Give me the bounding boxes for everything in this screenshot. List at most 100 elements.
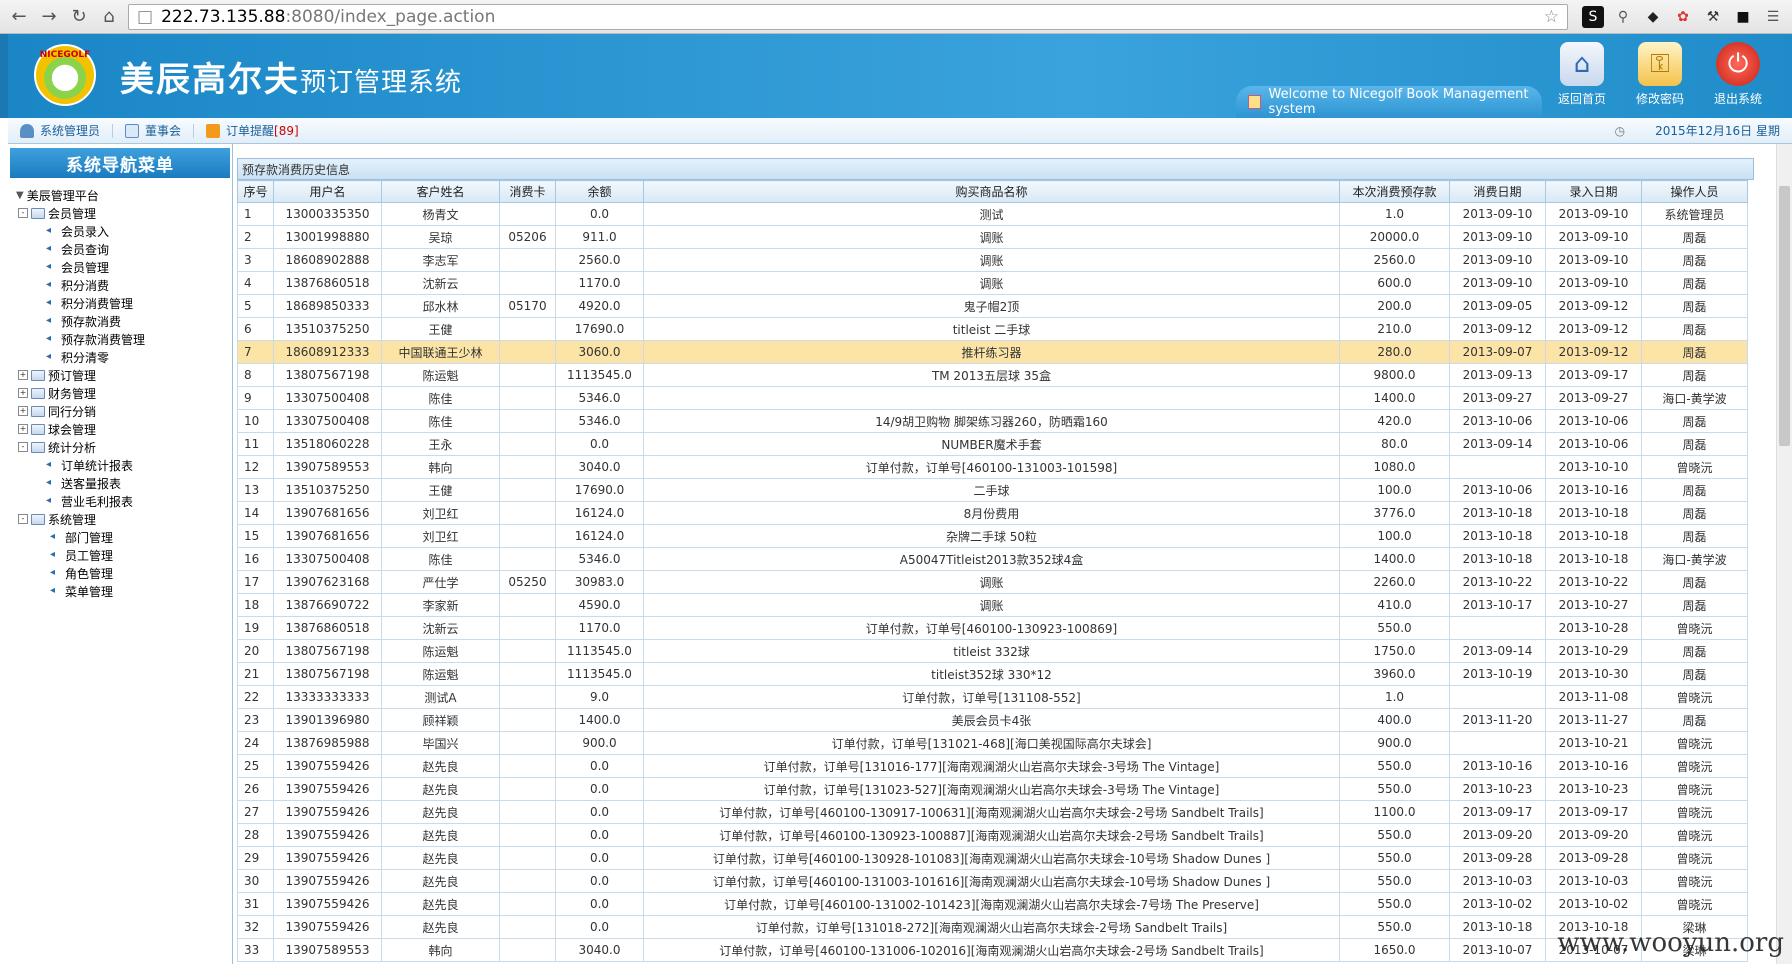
table-row[interactable]: 3 18608902888 李志军 2560.0 调账 2560.0 2013-09-10 2… <box>237 248 1748 272</box>
table-row[interactable]: 7 18608912333 中国联通王少林 3060.0 推杆练习器 280.0 2013-… <box>237 340 1748 364</box>
menu-icon[interactable]: ☰ <box>1762 6 1784 28</box>
table-row[interactable]: 5 18689850333 邱水林 05170 4920.0 鬼子帽2顶 200.0 2013… <box>237 294 1748 318</box>
table-row[interactable]: 14 13907681656 刘卫红 16124.0 8月份费用 3776.0 2013-1… <box>237 501 1748 525</box>
sidebar-group-2[interactable]: + 财务管理 <box>16 384 232 402</box>
extension-s-icon[interactable]: S <box>1582 5 1604 28</box>
sidebar-item[interactable]: ◂ 订单统计报表 <box>16 456 232 474</box>
table-row[interactable]: 22 13333333333 测试A 9.0 订单付款，订单号[131108-552] 1… <box>237 685 1748 709</box>
sidebar-item[interactable]: ◂ 角色管理 <box>16 564 232 582</box>
extension-red-icon[interactable]: ✿ <box>1672 6 1694 28</box>
expand-icon[interactable]: + <box>18 424 28 434</box>
collapse-icon[interactable]: - <box>18 442 28 452</box>
column-header[interactable]: 序号 <box>237 180 274 203</box>
expand-icon[interactable]: + <box>18 370 28 380</box>
column-header[interactable]: 消费卡 <box>499 180 556 203</box>
sidebar-item[interactable]: ◂ 送客量报表 <box>16 474 232 492</box>
sidebar-item[interactable]: ◂ 积分清零 <box>16 348 232 366</box>
sidebar-group-4[interactable]: + 球会管理 <box>16 420 232 438</box>
extension-diamond-icon[interactable]: ◆ <box>1642 6 1664 28</box>
sidebar-item[interactable]: ◂ 积分消费管理 <box>16 294 232 312</box>
column-header[interactable]: 操作人员 <box>1641 180 1748 203</box>
tree-root[interactable]: ▼ 美辰管理平台 <box>16 186 232 204</box>
table-row[interactable]: 24 13876985988 毕国兴 900.0 订单付款，订单号[131021-468… <box>237 731 1748 755</box>
sidebar-item[interactable]: ◂ 营业毛利报表 <box>16 492 232 510</box>
column-header[interactable]: 余额 <box>555 180 644 203</box>
table-row[interactable]: 28 13907559426 赵先良 0.0 订单付款，订单号[460100-13092… <box>237 823 1748 847</box>
table-row[interactable]: 33 13907589553 韩向 3040.0 订单付款，订单号[460100-131… <box>237 938 1748 962</box>
table-cell: 2013-09-12 <box>1545 294 1642 318</box>
table-row[interactable]: 10 13307500408 陈佳 5346.0 14/9胡卫购物 脚架练习器260，防… <box>237 409 1748 433</box>
sidebar-group-3[interactable]: + 同行分销 <box>16 402 232 420</box>
star-icon[interactable]: ☆ <box>1544 7 1559 27</box>
collapse-icon[interactable]: - <box>18 208 28 218</box>
sidebar-item[interactable]: ◂ 菜单管理 <box>16 582 232 600</box>
sidebar-group-5[interactable]: - 统计分析 <box>16 438 232 456</box>
expand-icon[interactable]: + <box>18 406 28 416</box>
column-header[interactable]: 用户名 <box>273 180 382 203</box>
sidebar-item[interactable]: ◂ 会员录入 <box>16 222 232 240</box>
forward-icon[interactable]: → <box>38 6 60 28</box>
sidebar-group-0[interactable]: - 会员管理 <box>16 204 232 222</box>
sidebar-item[interactable]: ◂ 员工管理 <box>16 546 232 564</box>
table-row[interactable]: 16 13307500408 陈佳 5346.0 A50047Titleist2013款… <box>237 547 1748 571</box>
column-header[interactable]: 消费日期 <box>1449 180 1546 203</box>
logout-button[interactable]: ⏻ 退出系统 <box>1710 42 1766 107</box>
table-row[interactable]: 23 13901396980 顾祥颖 1400.0 美辰会员卡4张 400.0 2013-1… <box>237 708 1748 732</box>
table-cell: 调账 <box>643 248 1340 272</box>
address-bar[interactable]: □ 222.73.135.88:8080/index_page.action ☆ <box>128 3 1568 30</box>
folder-icon <box>31 369 45 381</box>
back-icon[interactable]: ← <box>8 6 30 28</box>
table-row[interactable]: 4 13876860518 沈新云 1170.0 调账 600.0 2013-09-10 20… <box>237 271 1748 295</box>
sidebar-item[interactable]: ◂ 积分消费 <box>16 276 232 294</box>
table-row[interactable]: 17 13907623168 严仕学 05250 30983.0 调账 2260.0 2013… <box>237 570 1748 594</box>
table-row[interactable]: 6 13510375250 王健 17690.0 titleist 二手球 210.0 20… <box>237 317 1748 341</box>
extension-mask-icon[interactable]: ■ <box>1732 6 1754 28</box>
table-row[interactable]: 8 13807567198 陈运魁 1113545.0 TM 2013五层球 35盒 98… <box>237 363 1748 387</box>
sidebar-group-6[interactable]: - 系统管理 <box>16 510 232 528</box>
table-row[interactable]: 18 13876690722 李家新 4590.0 调账 410.0 2013-10-17 2… <box>237 593 1748 617</box>
collapse-icon[interactable]: - <box>18 514 28 524</box>
sidebar-item[interactable]: ◂ 预存款消费管理 <box>16 330 232 348</box>
column-header[interactable]: 客户姓名 <box>381 180 500 203</box>
table-row[interactable]: 12 13907589553 韩向 3040.0 订单付款，订单号[460100-131… <box>237 455 1748 479</box>
table-cell: 2560.0 <box>555 248 644 272</box>
expand-icon[interactable]: + <box>18 388 28 398</box>
reload-icon[interactable]: ↻ <box>68 6 90 28</box>
table-row[interactable]: 2 13001998880 吴琼 05206 911.0 调账 20000.0 2013-09… <box>237 225 1748 249</box>
table-cell: 5 <box>237 294 274 318</box>
sidebar-item[interactable]: ◂ 会员管理 <box>16 258 232 276</box>
table-row[interactable]: 9 13307500408 陈佳 5346.0 1400.0 2013-09-27 2013… <box>237 386 1748 410</box>
sidebar-group-1[interactable]: + 预订管理 <box>16 366 232 384</box>
sidebar-item[interactable]: ◂ 部门管理 <box>16 528 232 546</box>
table-cell: 周磊 <box>1641 593 1748 617</box>
table-row[interactable]: 11 13518060228 王永 0.0 NUMBER魔术手套 80.0 2013-09-… <box>237 432 1748 456</box>
table-row[interactable]: 25 13907559426 赵先良 0.0 订单付款，订单号[131016-177][… <box>237 754 1748 778</box>
table-row[interactable]: 20 13807567198 陈运魁 1113545.0 titleist 332球 17… <box>237 639 1748 663</box>
extension-search-icon[interactable]: ⚲ <box>1612 6 1634 28</box>
scroll-thumb[interactable] <box>1779 186 1790 446</box>
table-cell: 曾晓沅 <box>1641 800 1748 824</box>
home-button[interactable]: ⌂ 返回首页 <box>1554 42 1610 107</box>
column-header[interactable]: 录入日期 <box>1545 180 1642 203</box>
table-row[interactable]: 26 13907559426 赵先良 0.0 订单付款，订单号[131023-527][… <box>237 777 1748 801</box>
extension-tool-icon[interactable]: ⚒ <box>1702 6 1724 28</box>
sidebar-item[interactable]: ◂ 预存款消费 <box>16 312 232 330</box>
table-row[interactable]: 19 13876860518 沈新云 1170.0 订单付款，订单号[460100-13… <box>237 616 1748 640</box>
column-header[interactable]: 购买商品名称 <box>643 180 1340 203</box>
table-row[interactable]: 21 13807567198 陈运魁 1113545.0 titleist352球 33… <box>237 662 1748 686</box>
table-row[interactable]: 27 13907559426 赵先良 0.0 订单付款，订单号[460100-13091… <box>237 800 1748 824</box>
table-row[interactable]: 15 13907681656 刘卫红 16124.0 杂牌二手球 50粒 100.0 201… <box>237 524 1748 548</box>
order-reminder-link[interactable]: 订单提醒[89] <box>226 122 299 139</box>
table-row[interactable]: 13 13510375250 王健 17690.0 二手球 100.0 2013-10-06… <box>237 478 1748 502</box>
change-password-button[interactable]: ⚿ 修改密码 <box>1632 42 1688 107</box>
table-row[interactable]: 30 13907559426 赵先良 0.0 订单付款，订单号[460100-13100… <box>237 869 1748 893</box>
table-row[interactable]: 1 13000335350 杨青文 0.0 测试 1.0 2013-09-10 2013-09… <box>237 202 1748 226</box>
sidebar-item[interactable]: ◂ 会员查询 <box>16 240 232 258</box>
table-row[interactable]: 29 13907559426 赵先良 0.0 订单付款，订单号[460100-13092… <box>237 846 1748 870</box>
table-cell: 13907559426 <box>273 800 382 824</box>
table-row[interactable]: 32 13907559426 赵先良 0.0 订单付款，订单号[131018-272][… <box>237 915 1748 939</box>
table-row[interactable]: 31 13907559426 赵先良 0.0 订单付款，订单号[460100-13100… <box>237 892 1748 916</box>
home-icon[interactable]: ⌂ <box>98 6 120 28</box>
vertical-scrollbar[interactable] <box>1776 144 1792 964</box>
column-header[interactable]: 本次消费预存款 <box>1339 180 1450 203</box>
